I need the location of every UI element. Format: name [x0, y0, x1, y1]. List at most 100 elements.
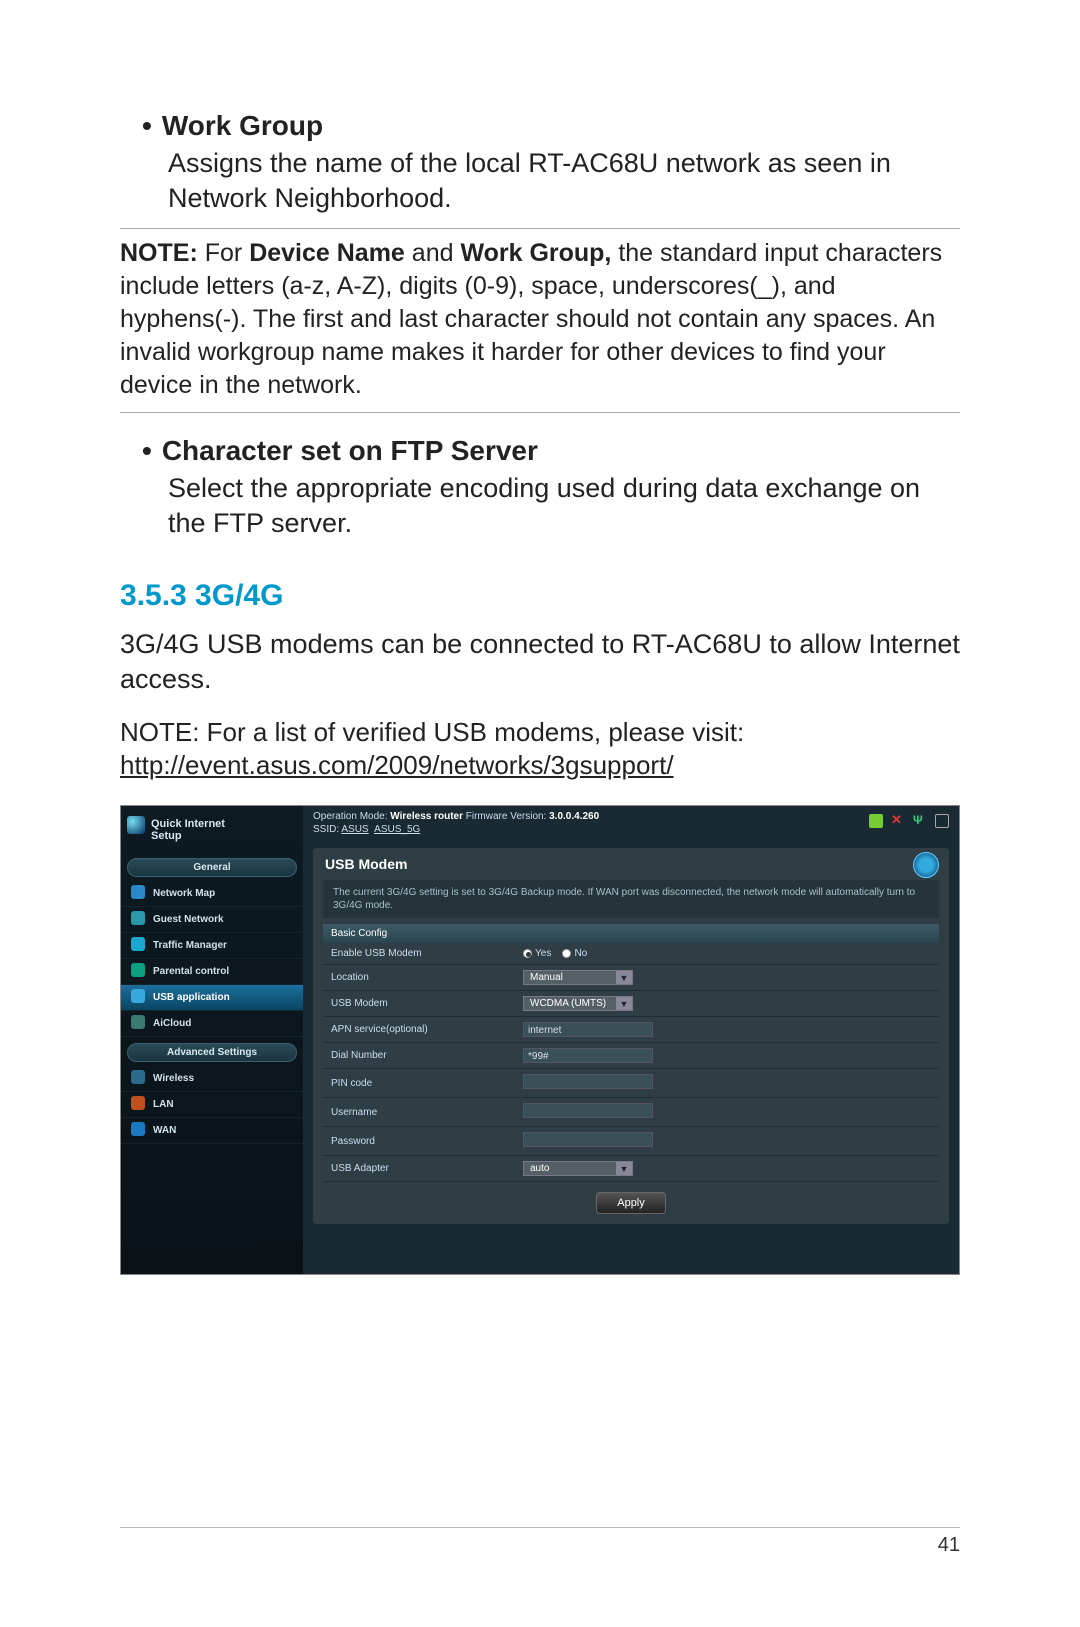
row-location: Location Manual▼ [323, 965, 939, 991]
usb-modem-panel: USB Modem The current 3G/4G setting is s… [313, 848, 949, 1224]
username-input[interactable] [523, 1103, 653, 1118]
sidebar-item-wan[interactable]: WAN [121, 1118, 303, 1144]
fw-value: 3.0.0.4.260 [549, 811, 599, 822]
top-bar: Operation Mode: Wireless router Firmware… [303, 806, 959, 844]
field-label: Username [323, 1107, 523, 1118]
wand-icon [127, 816, 145, 834]
divider [120, 228, 960, 229]
radio-yes[interactable] [523, 949, 532, 958]
sidebar-group-general: General [127, 858, 297, 877]
chevron-down-icon: ▼ [616, 1162, 632, 1175]
ssid-label: SSID: [313, 824, 341, 835]
field-label: PIN code [323, 1078, 523, 1089]
sidebar-item-usb-application[interactable]: USB application [121, 985, 303, 1011]
dial-input[interactable]: *99# [523, 1048, 653, 1063]
usb-status-icon[interactable]: Ψ [913, 814, 927, 828]
row-usb-modem: USB Modem WCDMA (UMTS) ▼ [323, 991, 939, 1017]
section-body-3g4g: 3G/4G USB modems can be connected to RT-… [120, 627, 960, 697]
sidebar-item-qis[interactable]: Quick Internet Setup [121, 812, 303, 852]
panel-title-text: USB Modem [325, 856, 407, 872]
sidebar-item-label: Guest Network [153, 914, 224, 925]
status-icon-1[interactable] [869, 814, 883, 828]
page-number: 41 [938, 1534, 960, 1556]
sidebar-item-label: USB application [153, 992, 230, 1003]
sidebar-group-advanced: Advanced Settings [127, 1043, 297, 1062]
back-icon[interactable] [913, 852, 939, 878]
apn-input[interactable]: internet [523, 1022, 653, 1037]
ssid-value-2[interactable]: ASUS_5G [374, 824, 420, 835]
sidebar-item-label: LAN [153, 1099, 174, 1110]
network-map-icon [131, 885, 145, 899]
location-select[interactable]: Manual ▼ [523, 970, 633, 985]
select-value: WCDMA (UMTS) [530, 998, 606, 1009]
usb-modem-select[interactable]: WCDMA (UMTS) ▼ [523, 996, 633, 1011]
traffic-manager-icon [131, 937, 145, 951]
row-apn: APN service(optional) internet [323, 1017, 939, 1043]
page-footer: 41 [120, 1527, 960, 1557]
sidebar-item-guest-network[interactable]: Guest Network [121, 907, 303, 933]
sidebar-item-label: Parental control [153, 966, 229, 977]
row-enable-usb-modem: Enable USB Modem Yes No [323, 943, 939, 965]
pin-input[interactable] [523, 1074, 653, 1089]
bullet-charset: Character set on FTP Server Select the a… [120, 435, 960, 541]
field-label: USB Adapter [323, 1163, 523, 1174]
select-value: Manual [530, 972, 563, 983]
select-value: auto [530, 1163, 549, 1174]
row-password: Password [323, 1127, 939, 1156]
usb-icon [131, 989, 145, 1003]
sidebar: Quick Internet Setup General Network Map… [121, 806, 303, 1274]
note-text: NOTE: For a list of verified USB modems,… [120, 717, 744, 747]
wifi-icon [131, 1070, 145, 1084]
support-link[interactable]: http://event.asus.com/2009/networks/3gsu… [120, 750, 674, 780]
lan-icon [131, 1096, 145, 1110]
field-label: USB Modem [323, 998, 523, 1009]
qis-label-2: Setup [151, 830, 182, 842]
config-form: Enable USB Modem Yes No Location Manual▼… [323, 943, 939, 1182]
note-bold-work-group: Work Group, [460, 239, 611, 267]
charset-body: Select the appropriate encoding used dur… [168, 471, 960, 541]
guest-network-icon [131, 911, 145, 925]
note-block-1: NOTE: For Device Name and Work Group, th… [120, 237, 960, 402]
ssid-value-1[interactable]: ASUS [341, 824, 368, 835]
enable-radio-group: Yes No [523, 948, 939, 959]
note-text: and [405, 239, 461, 267]
qis-label-1: Quick Internet [151, 818, 225, 830]
sidebar-item-aicloud[interactable]: AiCloud [121, 1011, 303, 1037]
main-area: Operation Mode: Wireless router Firmware… [303, 806, 959, 1274]
globe-icon [131, 1122, 145, 1136]
chevron-down-icon: ▼ [616, 971, 632, 984]
sidebar-item-parental-control[interactable]: Parental control [121, 959, 303, 985]
work-group-body: Assigns the name of the local RT-AC68U n… [168, 146, 960, 216]
note-prefix: NOTE: [120, 239, 198, 267]
sidebar-item-label: AiCloud [153, 1018, 191, 1029]
sidebar-item-network-map[interactable]: Network Map [121, 881, 303, 907]
field-label: Dial Number [323, 1050, 523, 1061]
sidebar-item-label: Traffic Manager [153, 940, 227, 951]
chevron-down-icon: ▼ [616, 997, 632, 1010]
status-icon-2[interactable]: ✕ [891, 814, 905, 828]
radio-yes-label: Yes [535, 948, 551, 959]
radio-no-label: No [574, 948, 587, 959]
note-text: For [198, 239, 249, 267]
usb-adapter-select[interactable]: auto ▼ [523, 1161, 633, 1176]
panel-description: The current 3G/4G setting is set to 3G/4… [323, 880, 939, 918]
apply-button[interactable]: Apply [596, 1192, 666, 1214]
note-3g4g: NOTE: For a list of verified USB modems,… [120, 716, 960, 784]
radio-no[interactable] [562, 949, 571, 958]
top-status-icons: ✕ Ψ [869, 814, 949, 828]
op-mode-value: Wireless router [390, 811, 463, 822]
status-icon-4[interactable] [935, 814, 949, 828]
sidebar-item-traffic-manager[interactable]: Traffic Manager [121, 933, 303, 959]
password-input[interactable] [523, 1132, 653, 1147]
field-label: APN service(optional) [323, 1024, 523, 1035]
sidebar-item-label: Wireless [153, 1073, 194, 1084]
divider [120, 412, 960, 413]
sidebar-item-wireless[interactable]: Wireless [121, 1066, 303, 1092]
sidebar-item-lan[interactable]: LAN [121, 1092, 303, 1118]
section-heading-3g4g: 3.5.3 3G/4G [120, 579, 960, 613]
panel-subhead: Basic Config [323, 924, 939, 943]
field-label: Password [323, 1136, 523, 1147]
cloud-icon [131, 1015, 145, 1029]
bullet-work-group: Work Group Assigns the name of the local… [120, 110, 960, 216]
op-mode-label: Operation Mode: [313, 811, 390, 822]
